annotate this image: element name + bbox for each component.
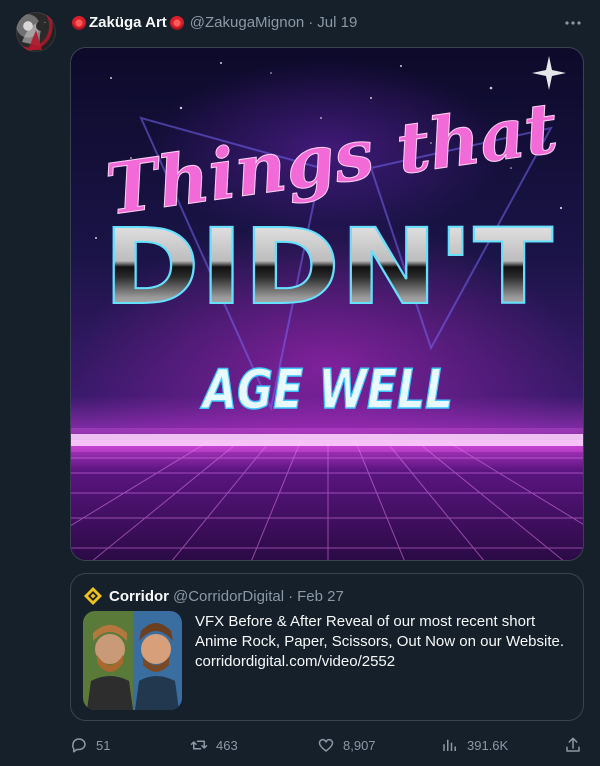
tweet-actions: 51 463 8,907 391.6K — [70, 735, 584, 755]
avatar-illustration — [22, 21, 46, 50]
views-button[interactable]: 391.6K — [441, 735, 508, 755]
reply-count: 51 — [96, 737, 111, 753]
heart-icon — [318, 738, 334, 752]
bar-chart-icon — [443, 739, 456, 751]
quoted-text-line: Anime Rock, Paper, Scissors, Out Now on … — [195, 633, 565, 650]
reply-icon — [72, 738, 86, 753]
red-circle-emoji-icon — [72, 16, 86, 30]
more-options-button[interactable] — [562, 12, 584, 34]
ellipsis-icon — [565, 21, 581, 25]
avatar[interactable] — [16, 12, 56, 52]
corridor-logo-icon — [84, 587, 102, 605]
author-handle[interactable]: @ZakugaMignon — [190, 13, 304, 33]
quoted-handle[interactable]: @CorridorDigital — [173, 588, 284, 605]
headline-bottom: AGE WELL — [200, 358, 453, 421]
like-count: 8,907 — [343, 737, 376, 753]
reply-button[interactable]: 51 — [70, 735, 110, 755]
separator-dot: · — [308, 14, 314, 31]
tweet-date[interactable]: Jul 19 — [317, 13, 357, 33]
quoted-date[interactable]: Feb 27 — [297, 588, 344, 605]
quoted-text-link[interactable]: corridordigital.com/video/2552 — [195, 652, 575, 672]
quoted-tweet[interactable]: Corridor @CorridorDigital · Feb 27 VFX B… — [70, 573, 584, 721]
retweet-icon — [190, 740, 208, 750]
retweet-button[interactable]: 463 — [190, 735, 238, 755]
view-count: 391.6K — [467, 737, 509, 753]
quoted-text-line: VFX Before & After Reveal of our most re… — [195, 613, 536, 630]
tweet[interactable]: Zaküga Art @ZakugaMignon · Jul 19 Things… — [0, 0, 600, 766]
tweet-header: Zaküga Art @ZakugaMignon · Jul 19 — [72, 13, 584, 33]
quoted-tweet-header: Corridor @CorridorDigital · Feb 27 — [83, 586, 344, 606]
share-button[interactable] — [564, 735, 590, 755]
share-icon — [566, 737, 580, 752]
retro-synthwave-artwork: Things that DIDN'T AGE WELL — [71, 56, 583, 560]
like-button[interactable]: 8,907 — [317, 735, 376, 755]
author-display-name[interactable]: Zaküga Art — [89, 13, 167, 33]
quoted-tweet-text: VFX Before & After Reveal of our most re… — [195, 612, 575, 672]
separator-dot: · — [288, 587, 294, 605]
before-after-thumbnail-image — [83, 611, 182, 710]
retweet-count: 463 — [216, 737, 238, 753]
headline-middle: DIDN'T — [103, 206, 553, 328]
quoted-thumbnail[interactable] — [83, 611, 182, 710]
quoted-display-name[interactable]: Corridor — [109, 588, 169, 605]
tweet-media-image[interactable]: Things that DIDN'T AGE WELL — [70, 47, 584, 561]
red-circle-emoji-icon — [169, 16, 184, 30]
